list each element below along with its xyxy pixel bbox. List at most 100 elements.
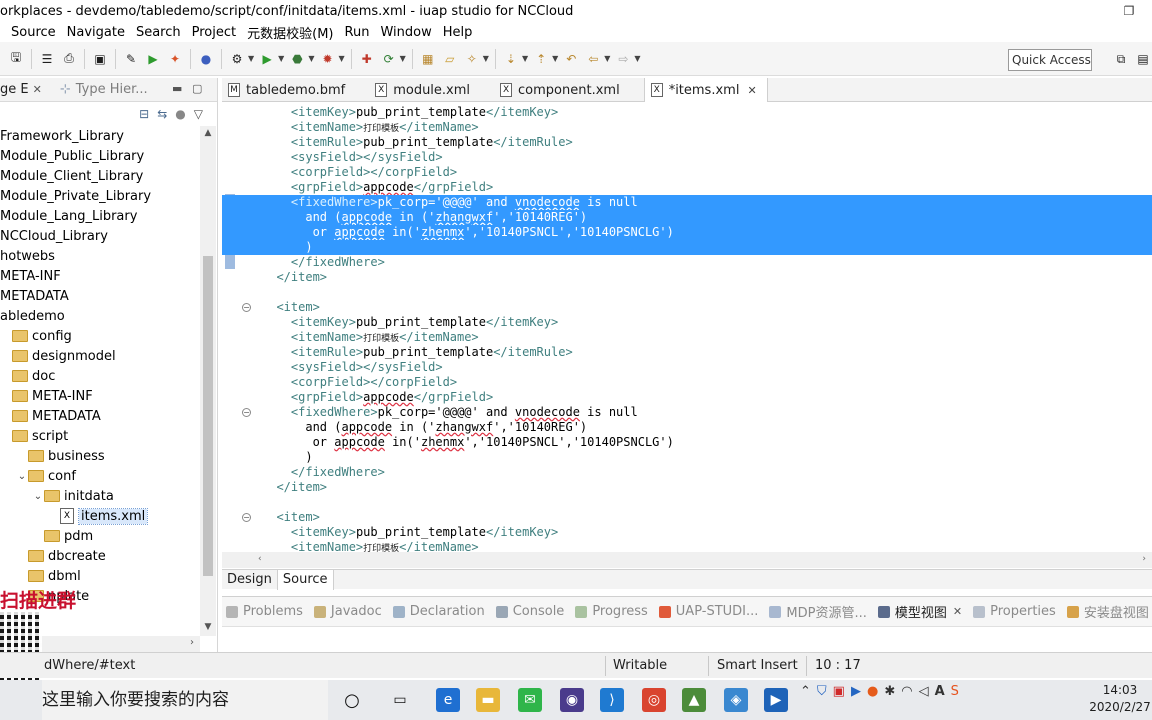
tree-item[interactable]: Module_Lang_Library: [0, 206, 200, 226]
volume-icon[interactable]: ◁: [919, 684, 929, 699]
gear-icon[interactable]: ⚙: [227, 49, 247, 69]
code-line[interactable]: <corpField></corpField>: [262, 375, 1152, 390]
code-line[interactable]: <sysField></sysField>: [262, 360, 1152, 375]
scroll-right-icon[interactable]: ›: [1142, 554, 1146, 564]
code-line[interactable]: ): [262, 450, 1152, 465]
code-line[interactable]: and (appcode in ('zhangwxf','10140REG'): [222, 210, 1152, 225]
menu-item[interactable]: Window: [374, 25, 436, 40]
tab-design[interactable]: Design: [222, 570, 278, 590]
input-method-icon[interactable]: A: [935, 684, 945, 699]
code-line[interactable]: [262, 285, 1152, 300]
tree-item[interactable]: script: [0, 426, 200, 446]
view-tab[interactable]: Problems: [226, 604, 303, 619]
editor-tab[interactable]: Mtabledemo.bmf: [222, 78, 369, 102]
tree-item[interactable]: ⌄ initdata: [0, 486, 200, 506]
globe-icon[interactable]: ●: [196, 49, 216, 69]
scroll-left-icon[interactable]: ‹: [258, 554, 262, 564]
expanded-arrow-icon[interactable]: ⌄: [16, 471, 28, 482]
chevron-down-icon[interactable]: ▼: [400, 54, 406, 63]
tree-item[interactable]: pdm: [0, 526, 200, 546]
menu-item[interactable]: Run: [339, 25, 375, 40]
code-line[interactable]: <itemName>打印模板</itemName>: [262, 540, 1152, 552]
chevron-down-icon[interactable]: ▼: [604, 54, 610, 63]
chevron-down-icon[interactable]: ▼: [634, 54, 640, 63]
bluetooth-icon[interactable]: ✱: [884, 684, 895, 699]
bug-icon[interactable]: ✹: [317, 49, 337, 69]
restore-icon[interactable]: ❐: [1106, 0, 1152, 22]
green-play-icon[interactable]: ▶: [143, 49, 163, 69]
task-view-icon[interactable]: ▭: [388, 688, 412, 712]
tray-expand-icon[interactable]: ⌃: [800, 684, 811, 699]
editor-tab[interactable]: Xcomponent.xml: [494, 78, 644, 102]
vscode-icon[interactable]: ⟩: [600, 688, 624, 712]
view-tab[interactable]: UAP-STUDI...: [658, 604, 758, 619]
collapse-all-icon[interactable]: ⊟: [139, 107, 149, 121]
tree-item[interactable]: config: [0, 326, 200, 346]
last-edit-icon[interactable]: ↶: [561, 49, 581, 69]
tree-item[interactable]: METADATA: [0, 406, 200, 426]
scroll-thumb[interactable]: [203, 256, 213, 576]
tree-item[interactable]: Module_Public_Library: [0, 146, 200, 166]
scroll-down-icon[interactable]: ▼: [200, 622, 216, 638]
chevron-down-icon[interactable]: ▼: [552, 54, 558, 63]
code-line[interactable]: ): [222, 240, 1152, 255]
forward-icon[interactable]: ⇨: [613, 49, 633, 69]
app-blue-icon[interactable]: ▶: [851, 684, 861, 699]
wand-icon[interactable]: ✧: [462, 49, 482, 69]
fold-toggle-icon[interactable]: −: [242, 408, 251, 417]
code-line[interactable]: <corpField></corpField>: [262, 165, 1152, 180]
file-explorer-icon[interactable]: ▬: [476, 688, 500, 712]
new-icon[interactable]: ✚: [357, 49, 377, 69]
pin-icon[interactable]: ✎: [121, 49, 141, 69]
code-line[interactable]: [262, 495, 1152, 510]
shield-icon[interactable]: ⛉: [817, 684, 827, 699]
save-icon[interactable]: 🖫: [6, 49, 26, 69]
view-tab[interactable]: Properties: [973, 604, 1056, 619]
fold-toggle-icon[interactable]: −: [242, 303, 251, 312]
edge-icon[interactable]: e: [436, 688, 460, 712]
chevron-down-icon[interactable]: ▼: [483, 54, 489, 63]
code-line[interactable]: <sysField></sysField>: [262, 150, 1152, 165]
app-blue-active-icon[interactable]: ◈: [724, 688, 748, 712]
app-orange-icon[interactable]: ●: [867, 684, 878, 699]
taskbar-search-input[interactable]: 这里输入你要搜索的内容: [42, 680, 328, 720]
prev-annotation-icon[interactable]: ⇡: [531, 49, 551, 69]
cortana-icon[interactable]: ○: [340, 688, 364, 712]
xml-source-editor[interactable]: − − − − <itemKey>pub_print_template</ite…: [222, 103, 1152, 552]
tree-item[interactable]: dbcreate: [0, 546, 200, 566]
code-line[interactable]: <itemKey>pub_print_template</itemKey>: [262, 525, 1152, 540]
run-icon[interactable]: ▶: [257, 49, 277, 69]
tree-item[interactable]: abledemo: [0, 306, 200, 326]
tree-item[interactable]: META-INF: [0, 266, 200, 286]
code-line[interactable]: <fixedWhere>pk_corp='@@@@' and vnodecode…: [222, 195, 1152, 210]
code-line[interactable]: <grpField>appcode</grpField>: [262, 390, 1152, 405]
code-line[interactable]: <itemKey>pub_print_template</itemKey>: [262, 315, 1152, 330]
scroll-right-icon[interactable]: ›: [190, 637, 194, 648]
refresh-icon[interactable]: ⟳: [379, 49, 399, 69]
tree-item[interactable]: dbml: [0, 566, 200, 586]
view-menu-icon[interactable]: ▽: [194, 107, 203, 121]
scroll-up-icon[interactable]: ▲: [200, 128, 216, 144]
tree-item[interactable]: METADATA: [0, 286, 200, 306]
tree-item[interactable]: Module_Private_Library: [0, 186, 200, 206]
code-line[interactable]: <itemRule>pub_print_template</itemRule>: [262, 345, 1152, 360]
terminal-icon[interactable]: ▣: [90, 49, 110, 69]
view-tab[interactable]: 安装盘视图: [1066, 602, 1149, 621]
maximize-icon[interactable]: ▢: [192, 82, 202, 95]
menu-item[interactable]: Project: [186, 25, 241, 40]
tree-item[interactable]: designmodel: [0, 346, 200, 366]
code-line[interactable]: and (appcode in ('zhangwxf','10140REG'): [262, 420, 1152, 435]
left-vertical-scrollbar[interactable]: ▲ ▼: [200, 126, 216, 636]
editor-tab[interactable]: X *items.xml ✕: [643, 78, 768, 102]
menu-item[interactable]: Navigate: [61, 25, 130, 40]
code-line[interactable]: <itemRule>pub_print_template</itemRule>: [262, 135, 1152, 150]
close-icon[interactable]: ✕: [33, 83, 42, 96]
tree-item[interactable]: ⌄ conf: [0, 466, 200, 486]
tab-type-hierarchy[interactable]: ⊹ Type Hier...: [60, 82, 154, 97]
tree-item[interactable]: hotwebs: [0, 246, 200, 266]
view-tab[interactable]: Javadoc: [313, 604, 382, 619]
wechat-icon[interactable]: ✉: [518, 688, 542, 712]
chevron-down-icon[interactable]: ▼: [278, 54, 284, 63]
media-player-icon[interactable]: ▶: [764, 688, 788, 712]
tree-item[interactable]: doc: [0, 366, 200, 386]
